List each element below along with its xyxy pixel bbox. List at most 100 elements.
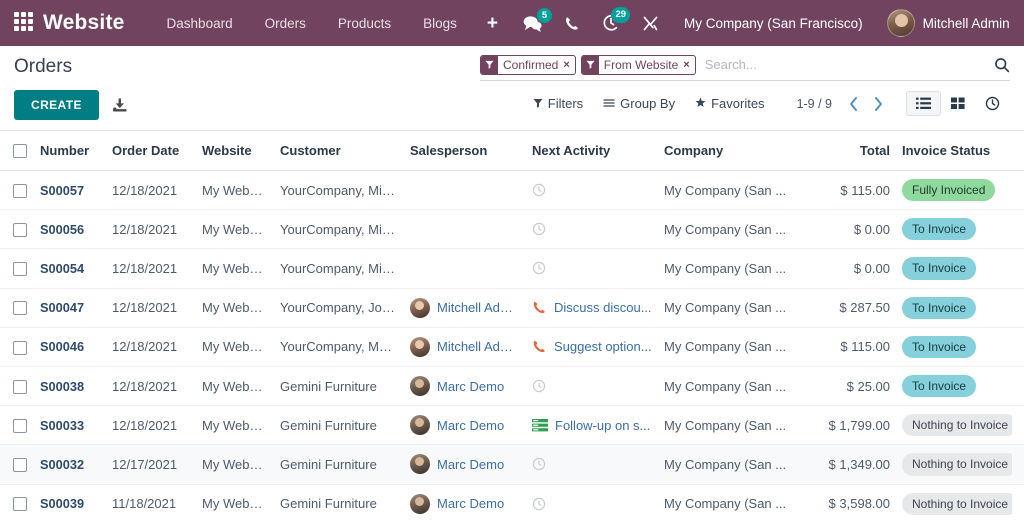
cell-invoice-status: Nothing to Invoice...: [896, 484, 1018, 521]
import-icon[interactable]: [111, 97, 128, 114]
menu-item-products[interactable]: Products: [322, 8, 407, 39]
cell-customer: YourCompany, Joel ...: [274, 288, 404, 328]
select-all-checkbox-header[interactable]: [0, 131, 34, 171]
cell-number: S00039: [34, 484, 106, 521]
row-checkbox-cell[interactable]: [0, 327, 34, 367]
row-checkbox[interactable]: [13, 301, 27, 316]
row-checkbox-cell[interactable]: [0, 444, 34, 485]
search-input[interactable]: [700, 57, 988, 72]
table-row[interactable]: S00056 12/18/2021 My Websi... YourCompany, …: [0, 209, 1024, 250]
cell-website: My Websi...: [196, 288, 274, 328]
facet-label: From Website: [603, 57, 679, 72]
row-checkbox-cell[interactable]: [0, 288, 34, 328]
clock-empty-icon: [532, 222, 546, 236]
facet-remove-icon[interactable]: ×: [562, 56, 574, 74]
column-header-salesperson[interactable]: Salesperson: [404, 131, 526, 171]
cell-total: $ 115.00: [806, 327, 896, 367]
salesperson-name: Marc Demo: [437, 496, 505, 512]
groupby-dropdown[interactable]: Group By: [593, 93, 685, 114]
column-header-total[interactable]: Total: [806, 131, 896, 171]
order-number: S00033: [40, 417, 85, 433]
cell-number: S00038: [34, 366, 106, 407]
cell-number: S00057: [34, 170, 106, 211]
activity-view-button[interactable]: [975, 90, 1010, 117]
row-checkbox[interactable]: [13, 223, 27, 238]
column-header-next-activity[interactable]: Next Activity: [526, 131, 658, 171]
avatar: [410, 297, 430, 318]
table-row[interactable]: S00033 12/18/2021 My Websi... Gemini Furnit…: [0, 405, 1024, 446]
column-header-customer[interactable]: Customer: [274, 131, 404, 171]
avatar: [410, 376, 430, 397]
row-checkbox-cell[interactable]: [0, 170, 34, 211]
column-header-order-date[interactable]: Order Date: [106, 131, 196, 171]
user-menu[interactable]: Mitchell Admin: [877, 5, 1014, 41]
table-row[interactable]: S00046 12/18/2021 My Websi... YourCompany, …: [0, 327, 1024, 367]
kanban-view-button[interactable]: [941, 91, 975, 116]
cell-company: My Company (San ...: [658, 366, 806, 407]
row-checkbox[interactable]: [13, 419, 27, 433]
filter-facet-from-website[interactable]: From Website ×: [580, 54, 696, 75]
menu-item-dashboard[interactable]: Dashboard: [151, 8, 249, 39]
menu-item-orders[interactable]: Orders: [249, 8, 322, 39]
filters-dropdown[interactable]: Filters: [523, 93, 593, 114]
company-switcher[interactable]: My Company (San Francisco): [670, 10, 877, 37]
row-checkbox[interactable]: [13, 183, 27, 198]
pager-next-icon[interactable]: [867, 95, 890, 113]
cell-salesperson: Marc Demo: [404, 484, 526, 521]
select-all-checkbox[interactable]: [13, 144, 27, 159]
search-icon[interactable]: [988, 57, 1010, 73]
row-checkbox[interactable]: [13, 458, 27, 473]
cell-company: My Company (San ...: [658, 405, 806, 446]
column-header-website[interactable]: Website: [196, 131, 274, 171]
table-row[interactable]: S00039 11/18/2021 My Websi... Gemini Furnit…: [0, 484, 1024, 521]
app-brand-website[interactable]: Website: [43, 11, 125, 35]
cell-customer: YourCompany, Mar...: [274, 327, 404, 367]
cell-options: [1018, 484, 1024, 521]
cell-website: My Websi...: [196, 209, 274, 250]
messages-icon[interactable]: 5: [512, 7, 553, 38]
navbar-systray: 5 29 My Company (San Francisco) Mitchell…: [512, 5, 1014, 41]
cell-next-activity: Discuss discou...: [526, 288, 658, 328]
row-checkbox[interactable]: [13, 497, 27, 512]
row-checkbox-cell[interactable]: [0, 248, 34, 289]
cell-number: S00054: [34, 248, 106, 289]
table-head: Number Order Date Website Customer Sales…: [0, 131, 1024, 171]
row-checkbox[interactable]: [13, 340, 27, 355]
phone-icon[interactable]: [553, 9, 591, 38]
row-checkbox[interactable]: [13, 262, 27, 277]
row-checkbox-cell[interactable]: [0, 209, 34, 250]
row-checkbox-cell[interactable]: [0, 366, 34, 407]
pager-previous-icon[interactable]: [842, 95, 865, 113]
create-button[interactable]: CREATE: [14, 90, 99, 120]
row-checkbox-cell[interactable]: [0, 484, 34, 521]
salesperson-name: Marc Demo: [437, 456, 505, 472]
main-menu: Dashboard Orders Products Blogs +: [151, 8, 512, 39]
favorites-dropdown[interactable]: Favorites: [685, 93, 774, 114]
facet-label: Confirmed: [503, 57, 559, 72]
cell-next-activity: [526, 209, 658, 250]
table-row[interactable]: S00032 12/17/2021 My Websi... Gemini Furnit…: [0, 444, 1024, 485]
column-header-number[interactable]: Number: [34, 131, 106, 171]
column-header-company[interactable]: Company: [658, 131, 806, 171]
filter-icon: [481, 55, 498, 74]
filter-facet-confirmed[interactable]: Confirmed ×: [480, 54, 576, 75]
developer-tools-icon[interactable]: [631, 9, 670, 38]
plus-icon[interactable]: +: [473, 10, 512, 37]
row-checkbox[interactable]: [13, 379, 27, 394]
table-row[interactable]: S00038 12/18/2021 My Websi... Gemini Furnit…: [0, 366, 1024, 407]
cell-options: [1018, 327, 1024, 367]
apps-grid-icon[interactable]: [14, 12, 33, 34]
facet-remove-icon[interactable]: ×: [682, 56, 694, 74]
table-row[interactable]: S00047 12/18/2021 My Websi... YourCompany, …: [0, 288, 1024, 328]
table-row[interactable]: S00057 12/18/2021 My Websi... YourCompany, …: [0, 170, 1024, 211]
list-view-button[interactable]: [906, 91, 941, 116]
column-options-header[interactable]: [1018, 131, 1024, 171]
filters-label: Filters: [547, 96, 584, 111]
cell-salesperson: Marc Demo: [404, 444, 526, 485]
column-header-invoice-status[interactable]: Invoice Status: [896, 131, 1018, 171]
row-checkbox-cell[interactable]: [0, 405, 34, 446]
table-row[interactable]: S00054 12/18/2021 My Websi... YourCompany, …: [0, 248, 1024, 289]
activities-clock-icon[interactable]: 29: [591, 7, 631, 38]
menu-item-blogs[interactable]: Blogs: [407, 8, 473, 39]
cell-website: My Websi...: [196, 248, 274, 289]
